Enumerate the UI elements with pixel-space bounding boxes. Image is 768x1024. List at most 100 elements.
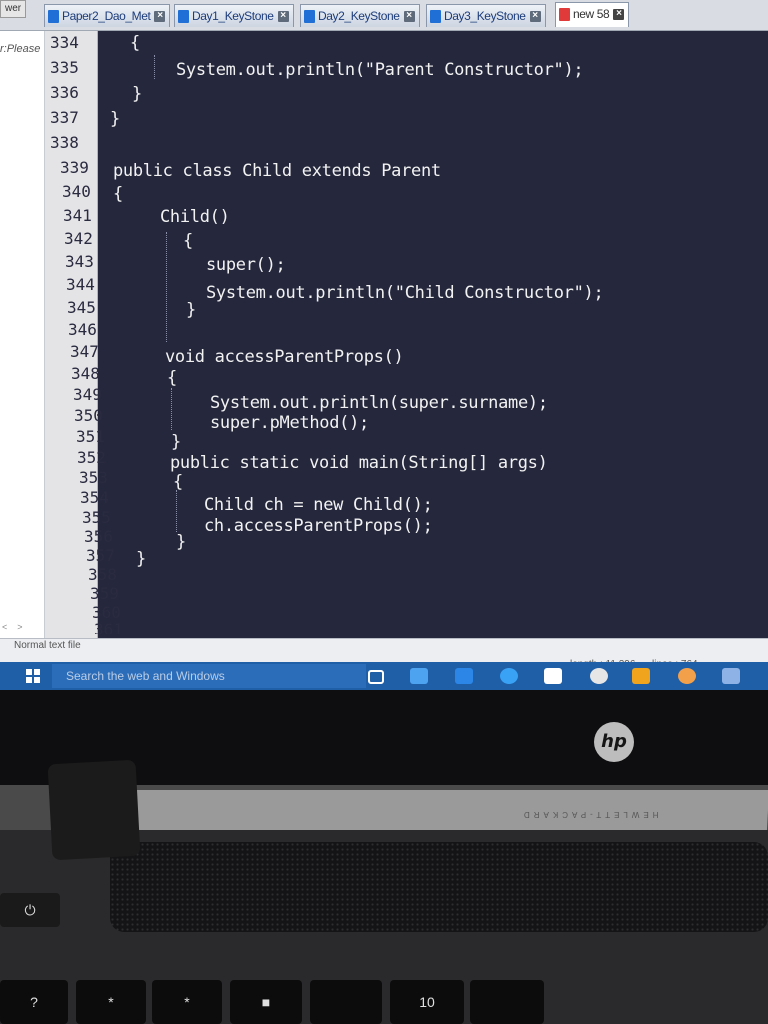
tab-day1-keystone[interactable]: Day1_KeyStone × xyxy=(174,4,294,27)
line-number: 334 xyxy=(50,33,79,52)
code-line: } xyxy=(132,84,142,104)
line-number: 342 xyxy=(64,229,93,248)
line-number: 355 xyxy=(82,508,111,527)
tab-label: Day2_KeyStone xyxy=(318,9,400,23)
code-line: { xyxy=(173,472,183,492)
line-number: 345 xyxy=(67,298,96,317)
line-number: 343 xyxy=(65,252,94,271)
file-explorer-icon[interactable] xyxy=(410,668,428,684)
tab-label: new 58 xyxy=(573,7,610,21)
line-number: 341 xyxy=(63,206,92,225)
brand-strip xyxy=(98,790,768,830)
key[interactable]: ■ xyxy=(230,980,302,1024)
code-line: { xyxy=(113,184,123,204)
code-line: Child() xyxy=(160,207,230,227)
indent-guide xyxy=(171,388,172,430)
line-number: 350 xyxy=(74,406,103,425)
key[interactable] xyxy=(470,980,544,1024)
code-line: Child ch = new Child(); xyxy=(204,495,433,515)
tab-label: Day3_KeyStone xyxy=(444,9,526,23)
close-icon[interactable]: × xyxy=(277,11,289,23)
brand-text: HEWLETT-PACKARD xyxy=(520,810,659,819)
code-line: } xyxy=(186,300,196,320)
code-line: super.pMethod(); xyxy=(210,413,369,433)
tab-day2-keystone[interactable]: Day2_KeyStone × xyxy=(300,4,420,27)
line-number: 336 xyxy=(50,83,79,102)
line-number: 340 xyxy=(62,182,91,201)
app-icon[interactable] xyxy=(678,668,696,684)
task-view-icon[interactable] xyxy=(368,670,384,684)
windows-start-icon[interactable] xyxy=(26,669,40,683)
tab-label: Paper2_Dao_Met xyxy=(62,9,151,23)
indent-guide xyxy=(176,490,177,532)
tab-day3-keystone[interactable]: Day3_KeyStone × xyxy=(426,4,546,27)
code-editor[interactable] xyxy=(98,31,768,638)
left-window-label: wer xyxy=(5,3,22,14)
code-line: ch.accessParentProps(); xyxy=(204,516,433,536)
code-line: { xyxy=(167,368,177,388)
speaker-grille xyxy=(110,842,768,932)
app-icon-2[interactable] xyxy=(722,668,740,684)
code-line: { xyxy=(183,231,193,251)
line-number: 356 xyxy=(84,527,113,546)
line-number: 361 xyxy=(94,620,123,634)
store-icon[interactable] xyxy=(544,668,562,684)
line-number: 348 xyxy=(71,364,100,383)
camera-clip xyxy=(47,759,141,861)
screen: wer Paper2_Dao_Met × Day1_KeyStone × Day2_… xyxy=(0,0,768,690)
code-line: } xyxy=(110,109,120,129)
video-icon[interactable] xyxy=(455,668,473,684)
line-number: 347 xyxy=(70,342,99,361)
tab-bar: wer Paper2_Dao_Met × Day1_KeyStone × Day2_… xyxy=(0,0,768,31)
file-icon xyxy=(178,10,189,24)
code-line: } xyxy=(171,432,181,452)
sublime-icon[interactable] xyxy=(632,668,650,684)
line-number: 357 xyxy=(86,546,115,565)
power-button[interactable]: ⏻ xyxy=(0,893,60,927)
line-number: 349 xyxy=(73,385,102,404)
line-number: 335 xyxy=(50,58,79,77)
code-line: System.out.println("Child Constructor"); xyxy=(206,283,604,303)
line-number: 358 xyxy=(88,565,117,584)
tab-new-58[interactable]: new 58 × xyxy=(555,2,630,27)
key[interactable]: 10 xyxy=(390,980,464,1024)
indent-guide xyxy=(154,55,155,79)
key[interactable]: * xyxy=(76,980,146,1024)
code-line: super(); xyxy=(206,255,286,275)
line-number: 352 xyxy=(77,448,106,467)
code-line: System.out.println("Parent Constructor")… xyxy=(176,60,584,80)
hp-logo: hp xyxy=(594,722,634,762)
tab-paper2-dao-met[interactable]: Paper2_Dao_Met × xyxy=(44,4,171,27)
key[interactable]: * xyxy=(152,980,222,1024)
scroll-arrows-icon[interactable]: < > xyxy=(2,622,23,632)
code-line: { xyxy=(130,33,140,53)
close-icon[interactable]: × xyxy=(403,11,415,23)
line-number: 359 xyxy=(90,584,119,603)
close-icon[interactable]: × xyxy=(154,11,166,23)
file-icon xyxy=(304,10,315,24)
key[interactable]: ? xyxy=(0,980,68,1024)
unsaved-file-icon xyxy=(559,8,570,22)
taskbar-search-input[interactable]: Search the web and Windows xyxy=(52,664,366,688)
status-bar: Normal text file length : 11,296 lines :… xyxy=(0,638,768,673)
code-line: } xyxy=(136,549,146,569)
line-number: 351 xyxy=(76,427,105,446)
file-type-label: Normal text file xyxy=(14,640,81,651)
line-number: 353 xyxy=(79,468,108,487)
code-line: void accessParentProps() xyxy=(165,347,404,367)
indent-guide xyxy=(166,232,167,342)
key[interactable] xyxy=(310,980,382,1024)
line-number: 339 xyxy=(60,158,89,177)
chrome-icon[interactable] xyxy=(590,668,608,684)
edge-icon[interactable] xyxy=(500,668,518,684)
side-panel: r:Please < > xyxy=(0,31,45,638)
close-icon[interactable]: × xyxy=(529,11,541,23)
line-number: 337 xyxy=(50,108,79,127)
left-window-tab[interactable]: wer xyxy=(0,0,27,18)
close-icon[interactable]: × xyxy=(613,9,625,21)
code-line: public class Child extends Parent xyxy=(113,161,441,181)
search-placeholder: Search the web and Windows xyxy=(66,669,225,683)
line-number: 338 xyxy=(50,133,79,152)
taskbar: Search the web and Windows xyxy=(0,662,768,690)
line-number: 344 xyxy=(66,275,95,294)
